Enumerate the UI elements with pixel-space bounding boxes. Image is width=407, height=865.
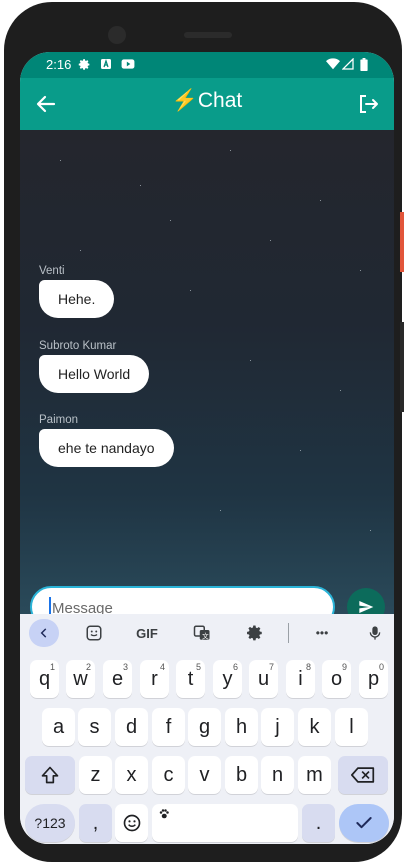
key-a[interactable]: a xyxy=(42,708,75,746)
key-e[interactable]: e3 xyxy=(103,660,132,698)
message-bubble: Hello World xyxy=(39,355,150,393)
message-sender: Venti xyxy=(39,265,65,277)
message-sender: Subroto Kumar xyxy=(39,340,117,352)
key-v[interactable]: v xyxy=(188,756,221,794)
key-b[interactable]: b xyxy=(225,756,258,794)
checkmark-icon xyxy=(356,817,372,829)
symbols-key[interactable]: ?123 xyxy=(25,804,75,842)
status-time: 2:16 xyxy=(46,57,72,72)
shift-key[interactable] xyxy=(25,756,75,794)
wifi-icon xyxy=(326,58,340,70)
earpiece-speaker xyxy=(184,32,232,38)
key-o[interactable]: o9 xyxy=(322,660,351,698)
key-c[interactable]: c xyxy=(152,756,185,794)
period-key[interactable]: . xyxy=(302,804,335,842)
key-l[interactable]: l xyxy=(335,708,368,746)
key-g[interactable]: g xyxy=(188,708,221,746)
volume-button xyxy=(400,322,404,412)
svg-text:文: 文 xyxy=(202,631,209,640)
app-bar: ⚡Chat xyxy=(20,78,394,130)
chat-area: Venti Hehe. Subroto Kumar Hello World Pa… xyxy=(20,130,394,614)
phone-frame: 2:16 ⚡Chat Venti Hehe. Subroto Kumar Hel… xyxy=(4,2,404,862)
translate-button[interactable]: 文 xyxy=(190,621,214,645)
a-notification-icon xyxy=(101,59,111,69)
gif-button[interactable]: GIF xyxy=(132,621,162,645)
battery-icon xyxy=(360,58,368,71)
backspace-key[interactable] xyxy=(338,756,388,794)
key-w[interactable]: w2 xyxy=(66,660,95,698)
keyboard-settings-button[interactable] xyxy=(243,621,267,645)
key-s[interactable]: s xyxy=(78,708,111,746)
cellular-signal-icon xyxy=(342,58,354,70)
logout-icon[interactable] xyxy=(356,92,380,116)
key-t[interactable]: t5 xyxy=(176,660,205,698)
keyboard-toolbar: GIF 文 ••• xyxy=(20,614,394,652)
comma-key[interactable]: , xyxy=(79,804,112,842)
youtube-notification-icon xyxy=(121,59,135,69)
message-bubble: Hehe. xyxy=(39,280,115,318)
message-sender: Paimon xyxy=(39,414,78,426)
settings-gear-icon xyxy=(247,625,262,641)
key-j[interactable]: j xyxy=(261,708,294,746)
microphone-icon xyxy=(369,626,381,640)
translate-icon: 文 xyxy=(193,625,210,640)
key-y[interactable]: y6 xyxy=(213,660,242,698)
key-z[interactable]: z xyxy=(79,756,112,794)
chevron-left-icon xyxy=(40,628,47,638)
backspace-icon xyxy=(351,767,375,783)
key-k[interactable]: k xyxy=(298,708,331,746)
screen: 2:16 ⚡Chat Venti Hehe. Subroto Kumar Hel… xyxy=(20,52,394,844)
enter-key[interactable] xyxy=(339,804,389,842)
collapse-toolbar-button[interactable] xyxy=(29,619,59,647)
key-r[interactable]: r4 xyxy=(140,660,169,698)
message-bubble: ehe te nandayo xyxy=(39,429,174,467)
message-input[interactable] xyxy=(50,588,314,614)
sticker-icon xyxy=(86,625,102,641)
send-button[interactable] xyxy=(347,588,385,614)
key-f[interactable]: f xyxy=(152,708,185,746)
more-options-button[interactable]: ••• xyxy=(308,621,336,645)
key-q[interactable]: q1 xyxy=(30,660,59,698)
app-title: ⚡Chat xyxy=(171,89,243,112)
key-u[interactable]: u7 xyxy=(249,660,278,698)
paw-icon xyxy=(159,809,169,819)
send-icon xyxy=(359,601,374,613)
key-h[interactable]: h xyxy=(225,708,258,746)
power-button xyxy=(400,212,404,272)
emoji-key[interactable] xyxy=(115,804,148,842)
front-camera xyxy=(108,26,126,44)
sticker-button[interactable] xyxy=(82,621,106,645)
message-input-container xyxy=(30,586,335,614)
key-m[interactable]: m xyxy=(298,756,331,794)
shift-icon xyxy=(41,766,59,784)
toolbar-divider xyxy=(288,623,289,643)
status-bar: 2:16 xyxy=(20,52,394,78)
emoji-icon xyxy=(123,814,140,832)
text-cursor xyxy=(49,597,51,614)
space-key[interactable] xyxy=(152,804,298,842)
key-i[interactable]: i8 xyxy=(286,660,315,698)
settings-gear-icon xyxy=(78,59,90,70)
key-x[interactable]: x xyxy=(115,756,148,794)
on-screen-keyboard: GIF 文 ••• q1 w2 e3 r4 t5 y6 u7 i8 o 9 p … xyxy=(20,614,394,844)
voice-input-button[interactable] xyxy=(363,621,387,645)
key-p[interactable]: p0 xyxy=(359,660,388,698)
key-d[interactable]: d xyxy=(115,708,148,746)
key-n[interactable]: n xyxy=(261,756,294,794)
